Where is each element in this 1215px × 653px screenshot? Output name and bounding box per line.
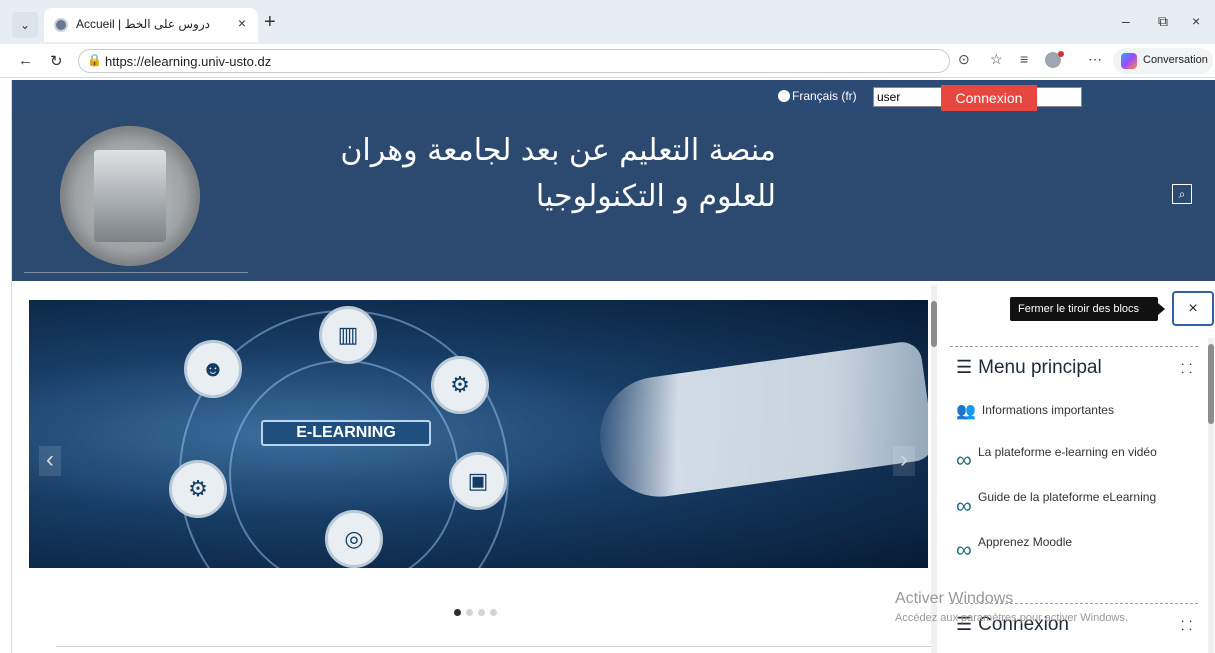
windows-watermark: Activer Windows	[895, 590, 1014, 607]
windows-watermark-subtext: Accédez aux paramètres pour activer Wind…	[895, 612, 1128, 624]
people-icon: 👥	[956, 403, 976, 420]
carousel-next-button[interactable]: ›	[893, 446, 915, 476]
drawer-tooltip: Fermer le tiroir des blocs	[1010, 297, 1165, 321]
reader-icon[interactable]: ⊙	[958, 51, 970, 68]
browser-tab-bar: ⌄ Accueil | دروس على الخط × + – ⧉ ×	[0, 0, 1215, 44]
hand-image	[592, 339, 928, 505]
menu-link-guide[interactable]: Guide de la plateforme eLearning	[978, 490, 1156, 504]
main-menu-block: ☰ Menu principal ⸬ 👥 Informations importan…	[950, 346, 1198, 586]
university-logo[interactable]	[60, 126, 200, 266]
copilot-icon	[1121, 53, 1137, 69]
carousel-indicators	[454, 603, 502, 621]
address-bar-row: ← ↻ 🔒 https://elearning.univ-usto.dz ⊙ ☆…	[0, 44, 1215, 78]
menu-item-informations[interactable]: 👥 Informations importantes	[956, 401, 1114, 421]
url-text: https://elearning.univ-usto.dz	[105, 54, 272, 69]
url-field[interactable]: 🔒 https://elearning.univ-usto.dz	[78, 49, 950, 73]
tab-close-icon[interactable]: ×	[238, 15, 246, 31]
window-close-button[interactable]: ×	[1192, 13, 1200, 29]
language-label: Français (fr)	[792, 89, 857, 103]
brain-gear-icon: ⚙	[169, 460, 227, 518]
refresh-icon[interactable]: ↻	[50, 52, 63, 70]
site-header: منصة التعليم عن بعد لجامعة وهران للعلوم …	[12, 114, 1215, 281]
carousel-dot[interactable]	[454, 609, 461, 616]
menu-item-label: Informations importantes	[981, 403, 1114, 417]
gears-icon: ⚙	[431, 356, 489, 414]
search-icon[interactable]: ⌕	[1172, 184, 1192, 204]
link-icon: ∞	[956, 537, 972, 562]
copilot-button[interactable]: Conversation	[1113, 48, 1213, 74]
menu-link-video[interactable]: La plateforme e-learning en vidéo	[978, 445, 1157, 459]
back-arrow-icon[interactable]: ←	[18, 52, 33, 69]
login-block: ☰ Connexion ⸬	[950, 603, 1198, 653]
tab-title: Accueil | دروس على الخط	[76, 17, 210, 31]
link-icon: ∞	[956, 447, 972, 472]
favicon-icon	[54, 18, 68, 32]
drawer-scrollbar[interactable]	[1208, 338, 1214, 653]
carousel-prev-button[interactable]: ‹	[39, 446, 61, 476]
tab-list-chevron-icon[interactable]: ⌄	[12, 12, 38, 38]
menu-link-moodle[interactable]: Apprenez Moodle	[978, 535, 1072, 549]
main-scrollbar-thumb[interactable]	[931, 301, 937, 347]
globe-icon	[778, 90, 790, 102]
browser-tab[interactable]: Accueil | دروس على الخط ×	[44, 8, 258, 42]
login-button[interactable]: Connexion	[941, 85, 1037, 111]
copilot-label: Conversation	[1143, 54, 1208, 66]
support-person-icon: ☻	[184, 340, 242, 398]
top-navbar: Français (fr) Connexion	[12, 80, 1215, 114]
drawer-scrollbar-thumb[interactable]	[1208, 344, 1214, 424]
carousel-dot[interactable]	[490, 609, 497, 616]
restore-button[interactable]: ⧉	[1158, 13, 1168, 30]
close-drawer-button[interactable]: ×	[1172, 291, 1214, 326]
web-page: Français (fr) Connexion منصة التعليم عن …	[11, 80, 1215, 653]
minimize-button[interactable]: –	[1122, 13, 1130, 29]
image-carousel[interactable]: ▥ ☻ ⚙ ⚙ ▣ ◎ E-LEARNING ‹ ›	[29, 300, 928, 568]
site-title: منصة التعليم عن بعد لجامعة وهران للعلوم …	[340, 133, 776, 214]
logo-building	[94, 150, 166, 242]
carousel-caption: E-LEARNING	[261, 420, 431, 446]
hamburger-icon: ☰	[956, 357, 973, 377]
devices-icon: ▣	[449, 452, 507, 510]
new-tab-button[interactable]: +	[264, 12, 276, 32]
collapse-icon[interactable]: ⸬	[1181, 616, 1192, 634]
favorite-star-icon[interactable]: ☆	[990, 51, 1003, 68]
carousel-dot[interactable]	[466, 609, 473, 616]
favorites-list-icon[interactable]: ≡	[1020, 51, 1028, 67]
more-menu-icon[interactable]: ⋯	[1088, 51, 1102, 68]
carousel-dot[interactable]	[478, 609, 485, 616]
notification-dot-icon	[1058, 51, 1064, 57]
collapse-icon[interactable]: ⸬	[1181, 359, 1192, 377]
language-menu[interactable]: Français (fr)	[778, 89, 857, 103]
main-menu-title: ☰ Menu principal	[956, 357, 1102, 379]
link-icon: ∞	[956, 493, 972, 518]
lock-icon: 🔒	[87, 53, 102, 67]
chart-icon: ▥	[319, 306, 377, 364]
main-menu-title-text: Menu principal	[978, 357, 1102, 378]
globe-network-icon: ◎	[325, 510, 383, 568]
content-divider	[56, 646, 931, 647]
logo-divider	[24, 272, 248, 273]
